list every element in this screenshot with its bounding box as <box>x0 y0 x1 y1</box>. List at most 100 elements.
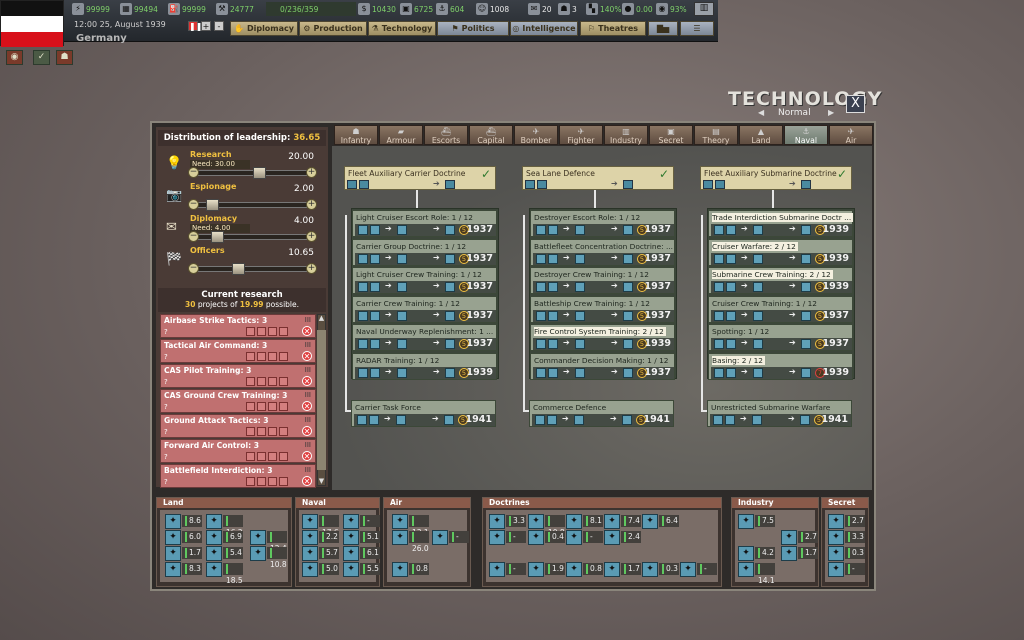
final-tech-box[interactable]: Carrier Task Force ➔ ➔ 5 1941 <box>351 400 496 427</box>
tech-box[interactable]: Carrier Crew Training: 1 / 12 ➔ ➔ 5 1937 <box>352 295 497 323</box>
tech-category-icon[interactable]: ✦ <box>781 530 797 545</box>
slider-knob[interactable] <box>253 167 267 179</box>
tech-category-icon[interactable]: ✦ <box>489 530 505 545</box>
queue-move-up-icon[interactable] <box>257 452 266 461</box>
remove-icon[interactable]: ✕ <box>302 476 312 486</box>
tech-category-icon[interactable]: ✦ <box>489 514 505 529</box>
remove-icon[interactable]: ✕ <box>302 401 312 411</box>
tech-category-icon[interactable]: ✦ <box>302 514 318 529</box>
tech-category-icon[interactable]: ✦ <box>392 562 408 577</box>
transport-resource[interactable]: ▣ 6725 <box>400 2 433 16</box>
tab-air[interactable]: ✈ Air <box>829 125 873 145</box>
officers-resource[interactable]: ☺ 1008 <box>476 2 509 16</box>
tech-category-icon[interactable]: ✦ <box>604 530 620 545</box>
remove-icon[interactable]: ✕ <box>302 426 312 436</box>
tab-infantry[interactable]: ☗ Infantry <box>334 125 378 145</box>
tab-land[interactable]: ▲ Land <box>739 125 783 145</box>
threat-resource[interactable]: ◉ 93% <box>656 2 687 16</box>
tab-secret[interactable]: ▣ Secret <box>649 125 693 145</box>
tech-category-icon[interactable]: ✦ <box>165 530 181 545</box>
tech-category-icon[interactable]: ✦ <box>828 530 844 545</box>
minus-button[interactable]: − <box>188 231 199 242</box>
tab-naval[interactable]: ⚓ Naval <box>784 125 828 145</box>
tech-category-icon[interactable]: ✦ <box>738 562 754 577</box>
tech-category-icon[interactable]: ✦ <box>302 562 318 577</box>
alert-icon[interactable]: ◉ <box>6 50 23 65</box>
tab-escorts[interactable]: ⛴ Escorts <box>424 125 468 145</box>
queue-move-bottom-icon[interactable] <box>279 402 288 411</box>
remove-icon[interactable]: ✕ <box>302 351 312 361</box>
close-button[interactable]: X <box>846 95 865 113</box>
country-flag[interactable] <box>0 0 64 47</box>
plus-button[interactable]: + <box>306 167 317 178</box>
queue-item[interactable]: Tactical Air Command: 3? III ✕ <box>160 339 316 363</box>
tech-category-icon[interactable]: ✦ <box>165 546 181 561</box>
queue-move-top-icon[interactable] <box>246 402 255 411</box>
tab-intelligence[interactable]: ◎ Intelligence <box>510 21 578 36</box>
queue-scroll-thumb[interactable] <box>317 330 326 470</box>
queue-item[interactable]: CAS Pilot Training: 3? III ✕ <box>160 364 316 388</box>
tech-box[interactable]: Basing: 2 / 12 ➔ ➔ 7 1939 <box>708 352 853 380</box>
queue-move-down-icon[interactable] <box>268 352 277 361</box>
tech-category-icon[interactable]: ✦ <box>828 562 844 577</box>
doctrine-box[interactable]: Fleet Auxiliary Carrier Doctrine ✓ ➔ <box>344 166 496 190</box>
tech-box[interactable]: RADAR Training: 1 / 12 ➔ ➔ 5 1939 <box>352 352 497 380</box>
check-icon[interactable]: ✓ <box>33 50 50 65</box>
slider-knob[interactable] <box>210 231 224 243</box>
queue-move-down-icon[interactable] <box>268 377 277 386</box>
queue-move-bottom-icon[interactable] <box>279 427 288 436</box>
tech-category-icon[interactable]: ✦ <box>566 562 582 577</box>
tech-category-icon[interactable]: ✦ <box>528 562 544 577</box>
tech-category-icon[interactable]: ✦ <box>642 562 658 577</box>
plus-button[interactable]: + <box>306 231 317 242</box>
tab-armour[interactable]: ▰ Armour <box>379 125 423 145</box>
dissent-resource[interactable]: ▚ 140% <box>586 2 621 16</box>
queue-move-up-icon[interactable] <box>257 352 266 361</box>
tech-box[interactable]: Carrier Group Doctrine: 1 / 12 ➔ ➔ 5 1937 <box>352 238 497 266</box>
doctrine-box[interactable]: Fleet Auxiliary Submarine Doctrine ✓ ➔ <box>700 166 852 190</box>
slider-knob[interactable] <box>205 199 219 211</box>
queue-move-bottom-icon[interactable] <box>279 377 288 386</box>
queue-item[interactable]: Forward Air Control: 3? III ✕ <box>160 439 316 463</box>
scroll-up-icon[interactable]: ▲ <box>317 314 326 323</box>
tech-box[interactable]: Commander Decision Making: 1 / 12 ➔ ➔ 5 1937 <box>530 352 675 380</box>
slider-diplomacy[interactable]: ✉ Diplomacy Need: 4.00 4.00− + <box>160 214 326 246</box>
queue-item[interactable]: CAS Ground Crew Training: 3? III ✕ <box>160 389 316 413</box>
tech-box[interactable]: Cruiser Warfare: 2 / 12 ➔ ➔ 5 1939 <box>708 238 853 266</box>
queue-move-down-icon[interactable] <box>268 477 277 486</box>
queue-item[interactable]: Battlefield Interdiction: 3? III ✕ <box>160 464 316 488</box>
tech-category-icon[interactable]: ✦ <box>165 514 181 529</box>
queue-move-down-icon[interactable] <box>268 452 277 461</box>
slider-track[interactable] <box>194 199 314 211</box>
pause-icon[interactable]: ❚❚ <box>188 21 202 31</box>
queue-move-top-icon[interactable] <box>246 452 255 461</box>
final-tech-box[interactable]: Unrestricted Submarine Warfare ➔ ➔ 5 1941 <box>707 400 852 427</box>
tech-category-icon[interactable]: ✦ <box>566 514 582 529</box>
queue-item[interactable]: Ground Attack Tactics: 3? III ✕ <box>160 414 316 438</box>
tech-category-icon[interactable]: ✦ <box>432 530 448 545</box>
slider-track[interactable] <box>194 263 314 275</box>
tab-theory[interactable]: ▤ Theory <box>694 125 738 145</box>
tech-category-icon[interactable]: ✦ <box>165 562 181 577</box>
queue-move-bottom-icon[interactable] <box>279 452 288 461</box>
tech-category-icon[interactable]: ✦ <box>206 562 222 577</box>
supplies-resource[interactable]: ⚒ 24777 <box>216 2 254 16</box>
queue-move-top-icon[interactable] <box>246 427 255 436</box>
tech-box[interactable]: Light Cruiser Escort Role: 1 / 12 ➔ ➔ 5 1937 <box>352 210 497 237</box>
escort-resource[interactable]: ⚓ 604 <box>436 2 464 16</box>
soldier-icon[interactable]: ☗ <box>56 50 73 65</box>
slider-knob[interactable] <box>232 263 246 275</box>
tab-theatres[interactable]: ⚐ Theatres <box>580 21 646 36</box>
tech-category-icon[interactable]: ✦ <box>738 514 754 529</box>
remove-icon[interactable]: ✕ <box>302 326 312 336</box>
scroll-down-icon[interactable]: ▼ <box>317 477 326 486</box>
tech-category-icon[interactable]: ✦ <box>489 562 505 577</box>
unity-resource[interactable]: ● 0.00 <box>622 2 653 16</box>
tab-fighter[interactable]: ✈ Fighter <box>559 125 603 145</box>
statistics-button[interactable]: ▇▅ <box>648 21 678 36</box>
energy-resource[interactable]: ⚡ 99999 <box>72 2 110 16</box>
speed-up-button[interactable]: + <box>201 21 211 31</box>
mode-prev-icon[interactable]: ◀ <box>758 108 764 117</box>
slider-track[interactable] <box>194 231 314 243</box>
tech-category-icon[interactable]: ✦ <box>566 530 582 545</box>
